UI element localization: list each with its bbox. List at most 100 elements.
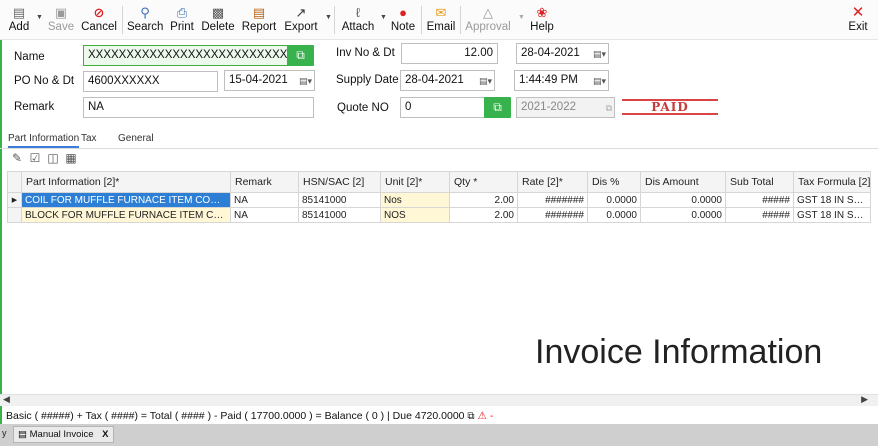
table-cell[interactable]: 0.0000 (640, 192, 726, 208)
taskbar-tab-label: Manual Invoice (29, 429, 94, 440)
column-header[interactable]: Unit [2]* (380, 171, 450, 193)
column-header[interactable]: Part Information [2]* (21, 171, 231, 193)
name-field[interactable]: XXXXXXXXXXXXXXXXXXXXXXXXXX# (83, 45, 289, 66)
table-cell[interactable]: NOS (380, 207, 450, 223)
column-header[interactable]: Remark (230, 171, 299, 193)
separator (122, 6, 123, 34)
add-button[interactable]: ▤ Add (6, 4, 32, 36)
column-header[interactable]: Qty * (449, 171, 518, 193)
row-indicator (7, 207, 22, 223)
table-cell[interactable]: GST 18 IN STATE (793, 207, 871, 223)
attach-dropdown-caret[interactable]: ▼ (380, 14, 387, 21)
close-icon: ✕ (851, 4, 865, 21)
delete-button[interactable]: ▩ Delete (200, 4, 236, 36)
email-button[interactable]: ✉ Email (426, 4, 456, 36)
horizontal-scrollbar[interactable]: ◀ ▶ (0, 394, 878, 406)
cancel-icon: ⊘ (93, 5, 105, 20)
table-cell[interactable]: 0.0000 (587, 207, 641, 223)
tab-general[interactable]: General (118, 133, 154, 144)
supply-date-field[interactable]: 28-04-2021 ▤▾ (400, 70, 495, 91)
supply-time-field[interactable]: 1:44:49 PM ▤▾ (514, 70, 609, 91)
column-header[interactable]: Tax Formula [2] (793, 171, 871, 193)
search-icon: ⚲ (140, 5, 150, 20)
po-no-field[interactable]: 4600XXXXXX (83, 71, 218, 92)
table-cell[interactable]: 0.0000 (587, 192, 641, 208)
quote-no-field[interactable]: 0 (400, 97, 485, 118)
clock-icon[interactable]: ▤▾ (593, 72, 606, 90)
table-row[interactable]: BLOCK FOR MUFFLE FURNACE ITEM COD... NA … (7, 207, 871, 223)
save-icon: ▣ (54, 5, 68, 20)
lifebuoy-icon: ❀ (536, 5, 548, 20)
separator (334, 6, 335, 34)
search-button[interactable]: ⚲ Search (127, 4, 163, 36)
tab-tax[interactable]: Tax (81, 133, 97, 144)
table-cell[interactable]: COIL FOR MUFFLE FURNACE ITEM CODE ... (21, 192, 231, 208)
report-button[interactable]: ▤ Report (240, 4, 278, 36)
table-cell[interactable]: ##### (725, 192, 794, 208)
scroll-right-icon[interactable]: ▶ (861, 394, 868, 405)
note-button[interactable]: ● Note (389, 4, 417, 36)
help-button[interactable]: ❀ Help (530, 4, 554, 36)
table-cell[interactable]: Nos (380, 192, 450, 208)
quote-year-field: 2021-2022 ⧉ (516, 97, 615, 118)
cancel-button[interactable]: ⊘ Cancel (80, 4, 118, 36)
window-taskbar: y ▤ Manual Invoice X (0, 424, 878, 446)
remark-field[interactable]: NA (83, 97, 314, 118)
status-summary: Basic ( #####) + Tax ( ####) = Total ( #… (6, 410, 465, 422)
window-icon[interactable]: ⧉ (467, 411, 474, 422)
table-cell[interactable]: 2.00 (449, 207, 518, 223)
name-lookup-button[interactable]: ⧉ (287, 45, 314, 66)
column-header[interactable]: HSN/SAC [2] (298, 171, 381, 193)
print-button[interactable]: ⎙ Print (169, 4, 195, 36)
table-cell[interactable]: NA (230, 192, 299, 208)
table-cell[interactable]: ####### (517, 207, 588, 223)
column-header[interactable]: Rate [2]* (517, 171, 588, 193)
quote-year-value: 2021-2022 (521, 101, 576, 113)
calendar-icon[interactable]: ▤▾ (299, 72, 312, 90)
table-cell[interactable]: 0.0000 (640, 207, 726, 223)
quote-lookup-button[interactable]: ⧉ (484, 97, 511, 118)
approval-dropdown-caret[interactable]: ▼ (518, 14, 525, 21)
status-bar: Basic ( #####) + Tax ( ####) = Total ( #… (0, 408, 878, 424)
current-row-arrow-icon: ▶ (7, 192, 22, 208)
table-cell[interactable]: NA (230, 207, 299, 223)
window-icon: ⧉ (605, 103, 612, 113)
checkbox-icon[interactable]: ☑ (26, 151, 44, 165)
table-cell[interactable]: BLOCK FOR MUFFLE FURNACE ITEM COD... (21, 207, 231, 223)
table-cell[interactable]: ##### (725, 207, 794, 223)
attach-button[interactable]: ℓ Attach (339, 4, 377, 36)
approval-button[interactable]: △ Approval (464, 4, 512, 36)
remark-label: Remark (14, 101, 55, 113)
main-toolbar: ▤ Add ▼ ▣ Save ⊘ Cancel ⚲ Search ⎙ Print… (0, 0, 878, 40)
save-button[interactable]: ▣ Save (46, 4, 76, 36)
tab-part-information[interactable]: Part Information (8, 133, 80, 148)
name-label: Name (14, 51, 45, 63)
column-header[interactable]: Sub Total (725, 171, 794, 193)
exit-button[interactable]: ✕ Exit (845, 4, 871, 36)
inv-date-field[interactable]: 28-04-2021 ▤▾ (516, 43, 609, 64)
calendar-icon[interactable]: ▤▾ (593, 45, 606, 63)
table-row[interactable]: ▶ COIL FOR MUFFLE FURNACE ITEM CODE ... … (7, 192, 871, 208)
export-dropdown-caret[interactable]: ▼ (325, 14, 332, 21)
table-icon[interactable]: ▦ (62, 151, 80, 165)
export-button[interactable]: ↗ Export (283, 4, 319, 36)
close-tab-icon[interactable]: X (102, 429, 108, 440)
table-cell[interactable]: 2.00 (449, 192, 518, 208)
table-cell[interactable]: GST 18 IN STATE (793, 192, 871, 208)
add-dropdown-caret[interactable]: ▼ (36, 14, 43, 21)
table-cell[interactable]: ####### (517, 192, 588, 208)
scroll-left-icon[interactable]: ◀ (3, 394, 10, 405)
edit-icon[interactable]: ✎ (8, 151, 26, 165)
inv-no-field[interactable]: 12.00 (401, 43, 498, 64)
table-cell[interactable]: 85141000 (298, 192, 381, 208)
delete-icon: ▩ (211, 5, 225, 20)
warning-icon[interactable]: ⚠ (477, 410, 486, 422)
taskbar-tab-manual-invoice[interactable]: ▤ Manual Invoice X (13, 426, 114, 443)
calendar-icon[interactable]: ▤▾ (479, 72, 492, 90)
po-date-field[interactable]: 15-04-2021 ▤▾ (224, 70, 315, 91)
trash-icon[interactable]: ◫ (44, 151, 62, 165)
column-header[interactable]: Dis % (587, 171, 641, 193)
column-header[interactable]: Dis Amount (640, 171, 726, 193)
table-cell[interactable]: 85141000 (298, 207, 381, 223)
window-edge (0, 0, 2, 424)
